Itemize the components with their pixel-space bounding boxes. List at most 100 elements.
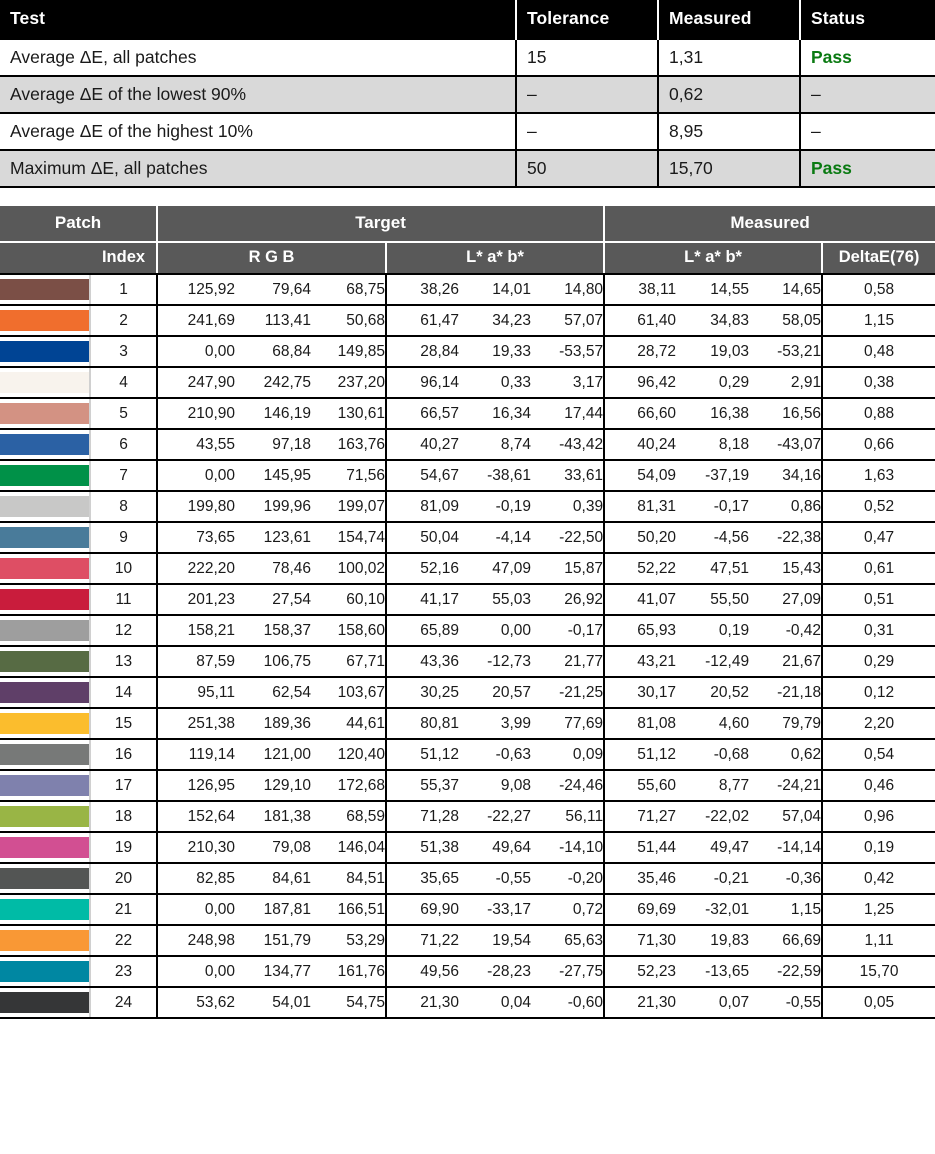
color-swatch (0, 558, 89, 579)
target-bstar: -14,10 (531, 832, 606, 864)
target-g: 145,95 (235, 460, 312, 492)
status-badge: Pass (800, 150, 935, 188)
color-swatch (0, 620, 89, 641)
patch-index: 16 (90, 739, 159, 771)
measured-lightness: 51,12 (604, 739, 677, 771)
target-b: 166,51 (311, 894, 388, 926)
measured-group-header: Measured (604, 206, 935, 243)
target-r: 87,59 (157, 646, 236, 678)
summary-row: Average ΔE of the lowest 90% –0,62– (0, 76, 935, 114)
summary-measured-value: 8,95 (658, 113, 801, 151)
target-bstar: 21,77 (531, 646, 606, 678)
target-r: 199,80 (157, 491, 236, 523)
summary-measured-value: 1,31 (658, 38, 801, 77)
measured-lightness: 65,93 (604, 615, 677, 647)
delta-e-value: 0,05 (822, 987, 935, 1019)
target-r: 241,69 (157, 305, 236, 337)
measured-a: -12,49 (676, 646, 750, 678)
measured-lightness: 96,42 (604, 367, 677, 399)
patch-sub-header-row: Index R G B L* a* b* L* a* b* DeltaE(76) (0, 242, 935, 275)
delta-e-value: 1,15 (822, 305, 935, 337)
target-b: 130,61 (311, 398, 388, 430)
patch-swatch-cell (0, 398, 91, 430)
target-a: 14,01 (459, 274, 532, 306)
patch-swatch-cell (0, 429, 91, 461)
patch-measurement-table: Patch Target Measured Index R G B L* a* … (0, 206, 935, 1019)
patch-group-header: Patch (0, 206, 159, 243)
target-r: 125,92 (157, 274, 236, 306)
target-bstar: 17,44 (531, 398, 606, 430)
measured-bstar: 21,67 (749, 646, 824, 678)
target-bstar: 26,92 (531, 584, 606, 616)
target-bstar: -21,25 (531, 677, 606, 709)
target-lightness: 41,17 (386, 584, 460, 616)
patch-row: 18 152,64 181,38 68,59 71,28 -22,27 56,11 71,27… (0, 801, 935, 833)
summary-test-name: Average ΔE, all patches (0, 38, 517, 77)
color-swatch (0, 279, 89, 300)
status-pass-label: Pass (811, 157, 852, 178)
target-g: 84,61 (235, 863, 312, 895)
patch-index: 11 (90, 584, 159, 616)
patch-index: 12 (90, 615, 159, 647)
target-a: -12,73 (459, 646, 532, 678)
status-none-label: – (811, 120, 821, 141)
measured-a: 55,50 (676, 584, 750, 616)
target-lightness: 49,56 (386, 956, 460, 988)
measured-bstar: -0,36 (749, 863, 824, 895)
target-bstar: 33,61 (531, 460, 606, 492)
patch-row: 9 73,65 123,61 154,74 50,04 -4,14 -22,50 50,20-… (0, 522, 935, 554)
measured-a: 47,51 (676, 553, 750, 585)
target-r: 0,00 (157, 460, 236, 492)
delta-e-value: 1,63 (822, 460, 935, 492)
patch-index: 2 (90, 305, 159, 337)
target-lightness: 51,38 (386, 832, 460, 864)
target-lightness: 54,67 (386, 460, 460, 492)
measured-a: 19,83 (676, 925, 750, 957)
target-lightness: 50,04 (386, 522, 460, 554)
target-g: 199,96 (235, 491, 312, 523)
target-a: 55,03 (459, 584, 532, 616)
measured-bstar: -21,18 (749, 677, 824, 709)
measured-bstar: -22,38 (749, 522, 824, 554)
target-bstar: 77,69 (531, 708, 606, 740)
target-lightness: 71,22 (386, 925, 460, 957)
target-bstar: -22,50 (531, 522, 606, 554)
target-bstar: -0,17 (531, 615, 606, 647)
patch-row: 8 199,80 199,96 199,07 81,09 -0,19 0,39 81,31 -0… (0, 491, 935, 523)
patch-row: 13 87,59 106,75 67,71 43,36 -12,73 21,77 43,21-… (0, 646, 935, 678)
summary-measured-value: 15,70 (658, 150, 801, 188)
color-swatch (0, 806, 89, 827)
delta-e-value: 0,12 (822, 677, 935, 709)
target-lightness: 65,89 (386, 615, 460, 647)
delta-e-value: 2,20 (822, 708, 935, 740)
patch-index: 9 (90, 522, 159, 554)
target-lightness: 52,16 (386, 553, 460, 585)
measured-bstar: 66,69 (749, 925, 824, 957)
summary-col-tolerance: Tolerance (516, 0, 659, 39)
target-a: 20,57 (459, 677, 532, 709)
measured-a: -22,02 (676, 801, 750, 833)
delta-e-value: 0,19 (822, 832, 935, 864)
measured-lightness: 54,09 (604, 460, 677, 492)
summary-col-status: Status (800, 0, 935, 39)
target-b: 60,10 (311, 584, 388, 616)
target-r: 210,90 (157, 398, 236, 430)
color-swatch (0, 651, 89, 672)
color-swatch (0, 899, 89, 920)
patch-row: 24 53,62 54,01 54,75 21,30 0,04 -0,60 21,30 0,07… (0, 987, 935, 1019)
patch-row: 23 0,00 134,77 161,76 49,56 -28,23 -27,75 52,23… (0, 956, 935, 988)
target-bstar: 65,63 (531, 925, 606, 957)
patch-row: 19 210,30 79,08 146,04 51,38 49,64 -14,10 51,44… (0, 832, 935, 864)
summary-col-test: Test (0, 0, 517, 39)
deltae-col-header: DeltaE(76) (822, 242, 935, 275)
measured-lightness: 61,40 (604, 305, 677, 337)
target-r: 126,95 (157, 770, 236, 802)
measured-a: -37,19 (676, 460, 750, 492)
patch-index: 19 (90, 832, 159, 864)
target-bstar: 14,80 (531, 274, 606, 306)
target-a: -33,17 (459, 894, 532, 926)
summary-header-row: Test Tolerance Measured Status (0, 0, 935, 39)
patch-swatch-cell (0, 491, 91, 523)
target-b: 158,60 (311, 615, 388, 647)
measured-bstar: 14,65 (749, 274, 824, 306)
